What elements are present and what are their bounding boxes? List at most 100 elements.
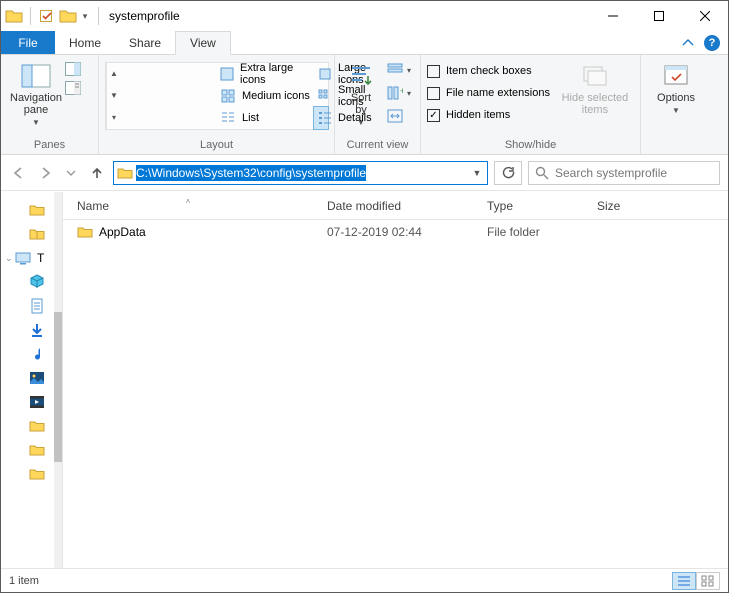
layout-extra-large[interactable]: Extra large icons xyxy=(216,63,314,85)
medium-icon xyxy=(220,88,236,104)
tree-item[interactable] xyxy=(1,366,54,390)
ribbon: Navigation pane ▼ Panes xyxy=(1,55,728,155)
list-icon xyxy=(220,110,236,126)
folder-icon xyxy=(29,418,45,434)
maximize-button[interactable] xyxy=(636,1,682,31)
layout-list[interactable]: List xyxy=(216,107,314,129)
group-by-button[interactable]: ▾ xyxy=(387,60,411,81)
item-count: 1 item xyxy=(9,575,39,587)
address-path[interactable]: C:\Windows\System32\config\systemprofile xyxy=(136,166,467,180)
folder-icon xyxy=(77,224,93,240)
layout-scroll-up[interactable]: ▲ xyxy=(107,63,121,85)
navigation-tree[interactable]: ⌄T xyxy=(1,192,63,568)
group-label-panes: Panes xyxy=(7,137,92,154)
column-header-type[interactable]: Type xyxy=(473,199,583,213)
ribbon-group-options: Options ▼ xyxy=(641,55,728,154)
address-dropdown[interactable]: ▼ xyxy=(467,168,487,178)
search-placeholder: Search systemprofile xyxy=(555,166,667,180)
tree-item[interactable] xyxy=(1,270,54,294)
hidden-items-checkbox[interactable]: ✓ Hidden items xyxy=(427,105,556,125)
tab-file[interactable]: File xyxy=(1,31,55,54)
options-button[interactable]: Options ▼ xyxy=(647,58,705,115)
layout-medium[interactable]: Medium icons xyxy=(216,85,314,107)
tree-item-this-pc[interactable]: ⌄T xyxy=(1,246,54,270)
forward-button[interactable] xyxy=(35,163,55,183)
checkbox-empty-icon xyxy=(427,65,440,78)
ribbon-group-panes: Navigation pane ▼ Panes xyxy=(1,55,99,154)
layout-scroll-down[interactable]: ▼ xyxy=(107,85,121,107)
item-check-boxes-checkbox[interactable]: Item check boxes xyxy=(427,61,556,81)
tree-item[interactable] xyxy=(1,438,54,462)
qat-newfolder-icon[interactable] xyxy=(59,8,77,24)
thumbnails-view-toggle[interactable] xyxy=(696,572,720,590)
search-box[interactable]: Search systemprofile xyxy=(528,161,720,185)
tab-view[interactable]: View xyxy=(175,31,231,55)
videos-icon xyxy=(29,394,45,410)
details-pane-button[interactable] xyxy=(65,81,81,97)
sort-ascending-icon: ˄ xyxy=(186,197,191,206)
tree-collapse-icon[interactable]: ⌄ xyxy=(5,253,13,264)
search-icon xyxy=(535,166,549,180)
quick-access-toolbar: ▾ xyxy=(1,7,90,25)
options-icon xyxy=(660,62,692,90)
folder-icon xyxy=(29,466,45,482)
tree-item[interactable] xyxy=(1,462,54,486)
group-label-layout: Layout xyxy=(105,137,328,154)
minimize-button[interactable] xyxy=(590,1,636,31)
close-button[interactable] xyxy=(682,1,728,31)
app-icon xyxy=(5,8,23,24)
pictures-icon xyxy=(29,370,45,386)
details-view-toggle[interactable] xyxy=(672,572,696,590)
tree-item[interactable] xyxy=(1,198,54,222)
qat-customize-dropdown[interactable]: ▾ xyxy=(80,11,90,22)
downloads-icon xyxy=(29,322,45,338)
column-header-size[interactable]: Size xyxy=(583,199,663,213)
tree-item[interactable] xyxy=(1,390,54,414)
back-button[interactable] xyxy=(9,163,29,183)
chevron-down-icon: ▼ xyxy=(672,106,680,115)
tree-item[interactable] xyxy=(1,342,54,366)
tree-item[interactable] xyxy=(1,318,54,342)
explorer-window: ▾ systemprofile File Home Share View ? xyxy=(0,0,729,593)
tab-share[interactable]: Share xyxy=(115,31,175,54)
sidebar-scrollbar[interactable] xyxy=(54,192,62,568)
collapse-ribbon-icon[interactable] xyxy=(682,38,694,48)
details-icon xyxy=(318,110,332,126)
tree-item[interactable] xyxy=(1,222,54,246)
scrollbar-thumb[interactable] xyxy=(54,312,62,462)
recent-dropdown[interactable] xyxy=(61,163,81,183)
layout-details[interactable]: Details xyxy=(313,106,329,130)
hide-selected-button: Hide selected items xyxy=(556,58,634,116)
tab-home[interactable]: Home xyxy=(55,31,115,54)
add-columns-button[interactable]: +▾ xyxy=(387,83,411,104)
preview-pane-button[interactable] xyxy=(65,62,81,78)
navigation-pane-button[interactable]: Navigation pane ▼ xyxy=(7,58,65,127)
column-header-name[interactable]: Name ˄ xyxy=(63,199,313,213)
checkbox-empty-icon xyxy=(427,87,440,100)
folder-zip-icon xyxy=(29,226,45,242)
file-date: 07-12-2019 02:44 xyxy=(313,225,473,239)
layout-small[interactable]: Small icons xyxy=(314,85,328,107)
file-name-extensions-checkbox[interactable]: File name extensions xyxy=(427,83,556,103)
file-name: AppData xyxy=(99,225,146,239)
file-row[interactable]: AppData 07-12-2019 02:44 File folder xyxy=(63,220,728,244)
content-area: ⌄T Name ˄ Date modified Type xyxy=(1,192,728,568)
svg-text:+: + xyxy=(400,86,403,96)
hide-selected-icon xyxy=(579,62,611,90)
large-icon xyxy=(318,66,332,82)
status-bar: 1 item xyxy=(1,568,728,592)
qat-properties-icon[interactable] xyxy=(38,8,56,24)
size-columns-button[interactable] xyxy=(387,106,411,127)
separator xyxy=(98,7,99,25)
layout-expand[interactable]: ▾ xyxy=(107,107,121,129)
up-button[interactable] xyxy=(87,163,107,183)
column-header-date[interactable]: Date modified xyxy=(313,199,473,213)
address-bar[interactable]: C:\Windows\System32\config\systemprofile… xyxy=(113,161,488,185)
help-button[interactable]: ? xyxy=(704,35,720,51)
layout-large[interactable]: Large icons xyxy=(314,63,328,85)
tree-item[interactable] xyxy=(1,414,54,438)
ribbon-group-current-view: Sort by ▼ ▾ +▾ Current view xyxy=(335,55,421,154)
refresh-button[interactable] xyxy=(494,161,522,185)
sort-by-icon xyxy=(345,62,377,90)
tree-item[interactable] xyxy=(1,294,54,318)
